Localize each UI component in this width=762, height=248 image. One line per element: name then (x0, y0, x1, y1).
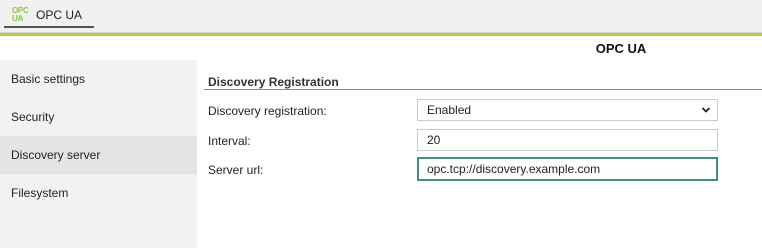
interval-value: 20 (427, 133, 441, 147)
logo-line-2: UA (12, 14, 23, 23)
server-url-input[interactable]: opc.tcp://discovery.example.com (417, 157, 718, 181)
section-divider (204, 89, 762, 90)
server-url-label: Server url: (208, 163, 264, 177)
chevron-down-icon (701, 107, 711, 113)
section-title: Discovery Registration (208, 75, 339, 89)
top-tab-bar: OPC UA OPC UA (0, 0, 762, 33)
sidebar-item-filesystem[interactable]: Filesystem (0, 174, 197, 212)
accent-bar (0, 33, 762, 36)
sidebar: Basic settings Security Discovery server… (0, 60, 197, 248)
sidebar-item-basic-settings[interactable]: Basic settings (0, 60, 197, 98)
page-title: OPC UA (595, 41, 647, 56)
sidebar-item-security[interactable]: Security (0, 98, 197, 136)
tab-opc-ua[interactable]: OPC UA OPC UA (4, 4, 94, 28)
interval-input[interactable]: 20 (417, 129, 718, 151)
interval-label: Interval: (208, 134, 251, 148)
opc-ua-logo-icon: OPC UA (12, 6, 32, 24)
discovery-registration-value: Enabled (427, 103, 472, 117)
sidebar-item-discovery-server[interactable]: Discovery server (0, 136, 197, 174)
discovery-registration-label: Discovery registration: (208, 104, 327, 118)
server-url-value: opc.tcp://discovery.example.com (427, 162, 601, 176)
discovery-registration-select[interactable]: Enabled (417, 99, 718, 121)
tab-label: OPC UA (36, 8, 83, 22)
